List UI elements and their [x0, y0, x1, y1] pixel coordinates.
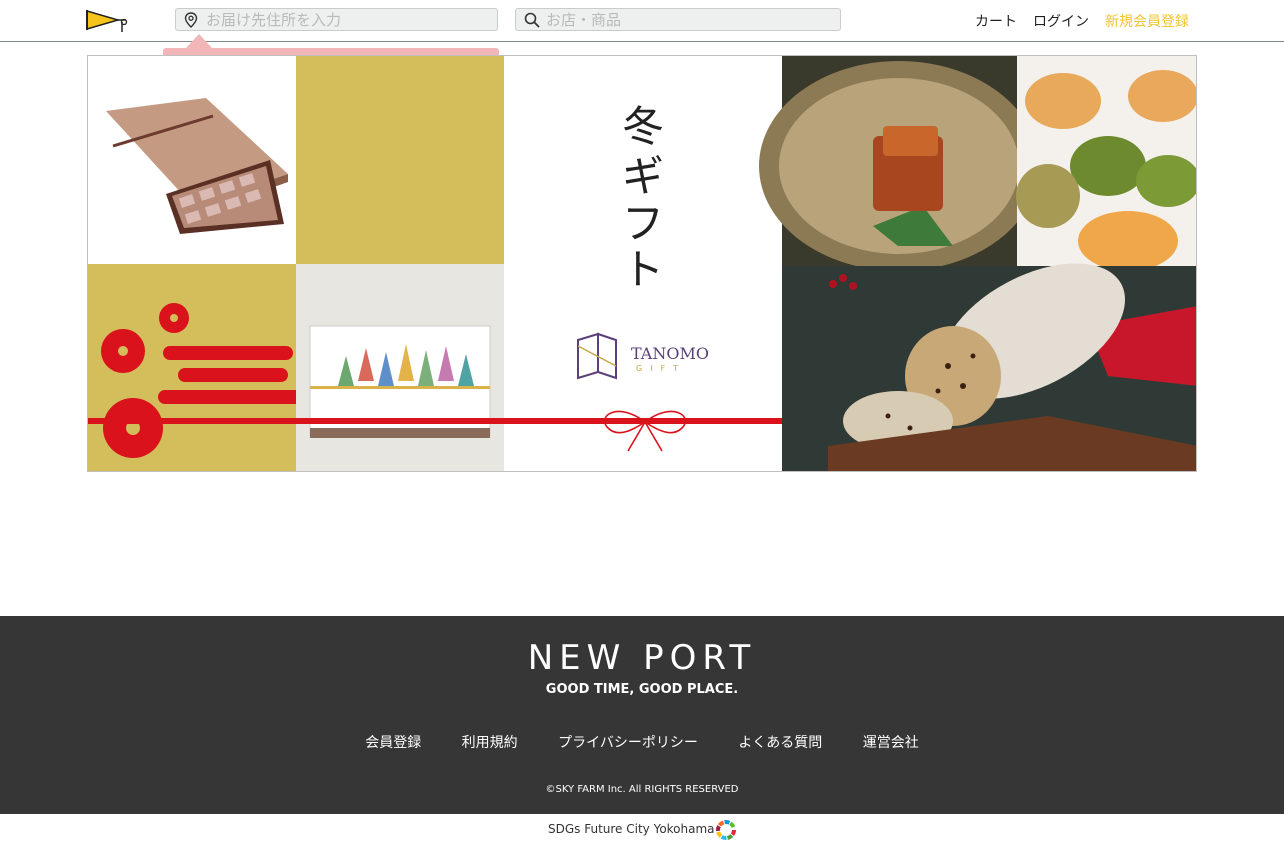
footer-link-company[interactable]: 運営会社: [863, 735, 919, 751]
footer-tagline: GOOD TIME, GOOD PLACE.: [545, 682, 739, 697]
banner-heading-char-1: 冬: [622, 102, 664, 151]
footer-brand-logo[interactable]: NEW PORT: [0, 638, 1284, 678]
footer-link-signup[interactable]: 会員登録: [365, 735, 421, 751]
search-field[interactable]: [515, 8, 841, 31]
banner-artwork: 冬 ギ フ ト TANOMO GIFT: [88, 56, 1196, 471]
location-pin-icon: [184, 12, 198, 28]
address-field[interactable]: [175, 8, 498, 31]
sdgs-text: SDGs Future City Yokohama: [548, 822, 715, 836]
sdgs-wheel-icon: [716, 820, 736, 840]
login-link[interactable]: ログイン: [1033, 11, 1089, 31]
cart-link[interactable]: カート: [975, 11, 1017, 31]
tanomo-brand-name: TANOMO: [631, 344, 709, 363]
search-icon: [524, 12, 540, 28]
banner-heading-char-2: ギ: [622, 152, 664, 201]
copyright: ©SKY FARM Inc. All RIGHTS RESERVED: [545, 784, 739, 795]
search-input[interactable]: [546, 9, 834, 30]
address-input[interactable]: [206, 9, 491, 30]
logo-icon[interactable]: [86, 9, 128, 33]
tanomo-brand-sub: GIFT: [636, 364, 686, 373]
footer-link-faq[interactable]: よくある質問: [738, 735, 822, 751]
banner-heading-char-4: ト: [622, 245, 664, 294]
red-ribbon-line: [88, 418, 782, 424]
footer-links: 会員登録 利用規約 プライバシーポリシー よくある質問 運営会社: [0, 732, 1284, 752]
tooltip-arrow: [186, 34, 212, 48]
sdgs-bar: SDGs Future City Yokohama: [0, 814, 1284, 845]
footer-link-privacy[interactable]: プライバシーポリシー: [558, 735, 698, 751]
winter-gift-banner[interactable]: 冬 ギ フ ト TANOMO GIFT: [87, 55, 1197, 472]
signup-link[interactable]: 新規会員登録: [1105, 11, 1189, 31]
footer-link-terms[interactable]: 利用規約: [462, 735, 518, 751]
banner-heading-char-3: フ: [622, 199, 664, 248]
site-footer: NEW PORT GOOD TIME, GOOD PLACE. 会員登録 利用規…: [0, 616, 1284, 814]
